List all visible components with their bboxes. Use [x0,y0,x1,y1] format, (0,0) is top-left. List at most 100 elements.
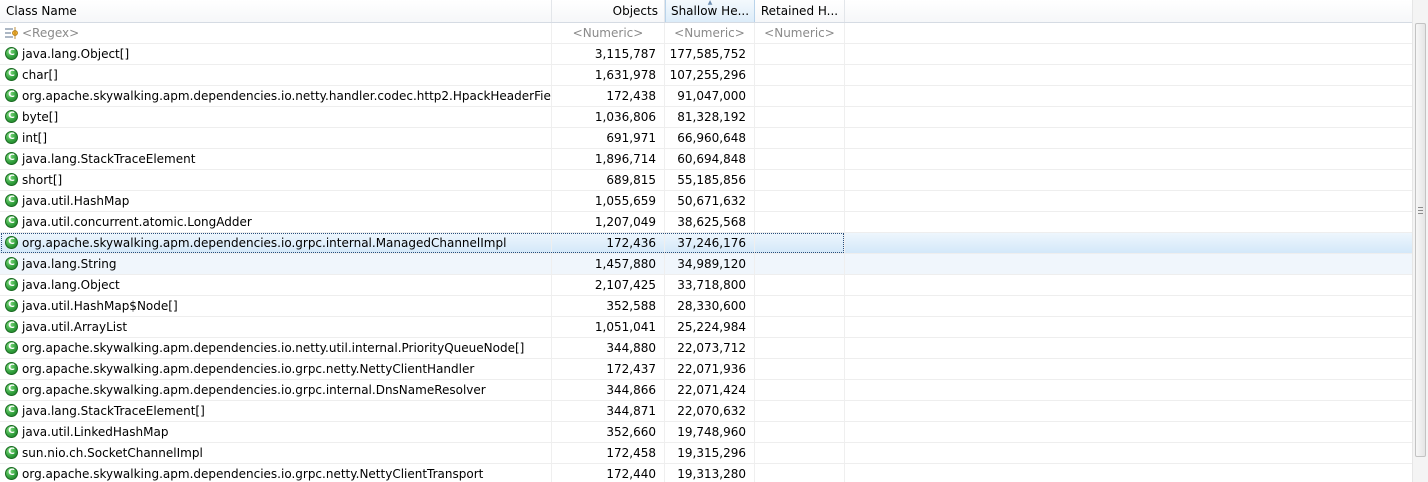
column-header-objects[interactable]: Objects [552,0,665,22]
shallow-heap-cell: 81,328,192 [665,107,755,127]
retained-heap-cell [755,359,845,379]
objects-cell: 352,660 [552,422,665,442]
table-row[interactable]: Corg.apache.skywalking.apm.dependencies.… [0,380,1412,401]
class-name-cell: java.util.HashMap [0,191,552,211]
objects-cell: 172,437 [552,359,665,379]
retained-heap-cell [755,296,845,316]
objects-cell: 172,436 [552,233,665,253]
table-row[interactable]: Cint[] 691,971 66,960,648 [0,128,1412,149]
table-row[interactable]: Cjava.lang.String 1,457,880 34,989,120 [0,254,1412,275]
table-row[interactable]: Cchar[] 1,631,978 107,255,296 [0,65,1412,86]
table-row[interactable]: Cjava.lang.Object 2,107,425 33,718,800 [0,275,1412,296]
objects-cell: 344,880 [552,338,665,358]
shallow-heap-cell: 66,960,648 [665,128,755,148]
vertical-scrollbar[interactable] [1412,0,1428,482]
class-name-cell: java.util.HashMap$Node[] [0,296,552,316]
shallow-heap-cell: 19,313,280 [665,464,755,482]
shallow-heap-cell: 19,748,960 [665,422,755,442]
column-header-shallow-heap[interactable]: ▲ Shallow He... [665,0,755,22]
objects-filter-input[interactable]: <Numeric> [552,23,665,43]
class-name-cell: org.apache.skywalking.apm.dependencies.i… [0,233,552,253]
objects-cell: 1,055,659 [552,191,665,211]
shallow-heap-cell: 60,694,848 [665,149,755,169]
table-row[interactable]: Corg.apache.skywalking.apm.dependencies.… [0,359,1412,380]
objects-cell: 1,207,049 [552,212,665,232]
class-name-cell: java.util.concurrent.atomic.LongAdder [0,212,552,232]
class-name-cell: byte[] [0,107,552,127]
shallow-heap-cell: 33,718,800 [665,275,755,295]
class-name-cell: sun.nio.ch.SocketChannelImpl [0,443,552,463]
retained-heap-cell [755,44,845,64]
table-row[interactable]: Cjava.util.concurrent.atomic.LongAdder 1,… [0,212,1412,233]
table-row[interactable]: Cbyte[] 1,036,806 81,328,192 [0,107,1412,128]
class-name-cell: java.lang.Object[] [0,44,552,64]
class-histogram-view: Class Name Objects ▲ Shallow He... Retai… [0,0,1428,482]
table-row[interactable]: Cjava.util.ArrayList 1,051,041 25,224,984 [0,317,1412,338]
retained-heap-cell [755,128,845,148]
table-row[interactable]: Corg.apache.skywalking.apm.dependencies.… [0,338,1412,359]
class-name-cell: org.apache.skywalking.apm.dependencies.i… [0,86,552,106]
table-row[interactable]: Csun.nio.ch.SocketChannelImpl 172,458 19,3… [0,443,1412,464]
table-row[interactable]: Cjava.lang.StackTraceElement[] 344,871 22,… [0,401,1412,422]
table-row[interactable]: Cjava.util.HashMap$Node[] 352,588 28,330,6… [0,296,1412,317]
shallow-heap-cell: 19,315,296 [665,443,755,463]
table-row[interactable]: Cjava.lang.Object[] 3,115,787 177,585,752 [0,44,1412,65]
class-name-cell: org.apache.skywalking.apm.dependencies.i… [0,464,552,482]
class-name-cell: int[] [0,128,552,148]
objects-cell: 172,438 [552,86,665,106]
shallow-heap-cell: 22,073,712 [665,338,755,358]
retained-heap-cell [755,149,845,169]
retained-heap-cell [755,443,845,463]
filter-row: <Regex> <Numeric> <Numeric> <Numeric> [0,23,1412,44]
column-header-class-name[interactable]: Class Name [0,0,552,22]
retained-heap-cell [755,233,845,253]
objects-cell: 1,631,978 [552,65,665,85]
objects-cell: 689,815 [552,170,665,190]
objects-cell: 172,440 [552,464,665,482]
retained-heap-cell [755,254,845,274]
objects-cell: 344,866 [552,380,665,400]
class-name-filter-input[interactable]: <Regex> [0,23,552,43]
objects-cell: 1,051,041 [552,317,665,337]
table-header: Class Name Objects ▲ Shallow He... Retai… [0,0,1412,23]
objects-cell: 691,971 [552,128,665,148]
retained-heap-filter-input[interactable]: <Numeric> [755,23,845,43]
retained-heap-cell [755,338,845,358]
objects-cell: 344,871 [552,401,665,421]
retained-heap-cell [755,464,845,482]
class-name-cell: java.lang.StackTraceElement[] [0,401,552,421]
class-name-cell: java.lang.String [0,254,552,274]
table-row[interactable]: Corg.apache.skywalking.apm.dependencies.… [0,86,1412,107]
scrollbar-grip-line [1418,210,1423,211]
table-row[interactable]: Corg.apache.skywalking.apm.dependencies.… [0,464,1412,482]
table-row[interactable]: Cshort[] 689,815 55,185,856 [0,170,1412,191]
class-name-cell: org.apache.skywalking.apm.dependencies.i… [0,359,552,379]
scrollbar-thumb[interactable] [1415,23,1426,457]
class-name-cell: java.util.ArrayList [0,317,552,337]
retained-heap-cell [755,107,845,127]
retained-heap-cell [755,170,845,190]
table-row[interactable]: Cjava.util.LinkedHashMap 352,660 19,748,96… [0,422,1412,443]
table-row[interactable]: Cjava.lang.StackTraceElement 1,896,714 60,… [0,149,1412,170]
class-name-cell: org.apache.skywalking.apm.dependencies.i… [0,380,552,400]
shallow-heap-cell: 34,989,120 [665,254,755,274]
class-name-cell: java.util.LinkedHashMap [0,422,552,442]
class-name-cell: char[] [0,65,552,85]
retained-heap-cell [755,65,845,85]
shallow-heap-cell: 37,246,176 [665,233,755,253]
shallow-heap-filter-input[interactable]: <Numeric> [665,23,755,43]
shallow-heap-cell: 22,070,632 [665,401,755,421]
table-row[interactable]: Cjava.util.HashMap 1,055,659 50,671,632 [0,191,1412,212]
scrollbar-grip-line [1418,207,1423,208]
objects-cell: 1,036,806 [552,107,665,127]
table-row[interactable]: Corg.apache.skywalking.apm.dependencies.… [0,233,1412,254]
class-name-cell: java.lang.Object [0,275,552,295]
retained-heap-cell [755,191,845,211]
column-header-retained-heap[interactable]: Retained H... [755,0,845,22]
retained-heap-cell [755,275,845,295]
objects-cell: 1,896,714 [552,149,665,169]
column-header-shallow-heap-label: Shallow He... [670,4,750,18]
retained-heap-cell [755,401,845,421]
class-name-cell: short[] [0,170,552,190]
shallow-heap-cell: 25,224,984 [665,317,755,337]
